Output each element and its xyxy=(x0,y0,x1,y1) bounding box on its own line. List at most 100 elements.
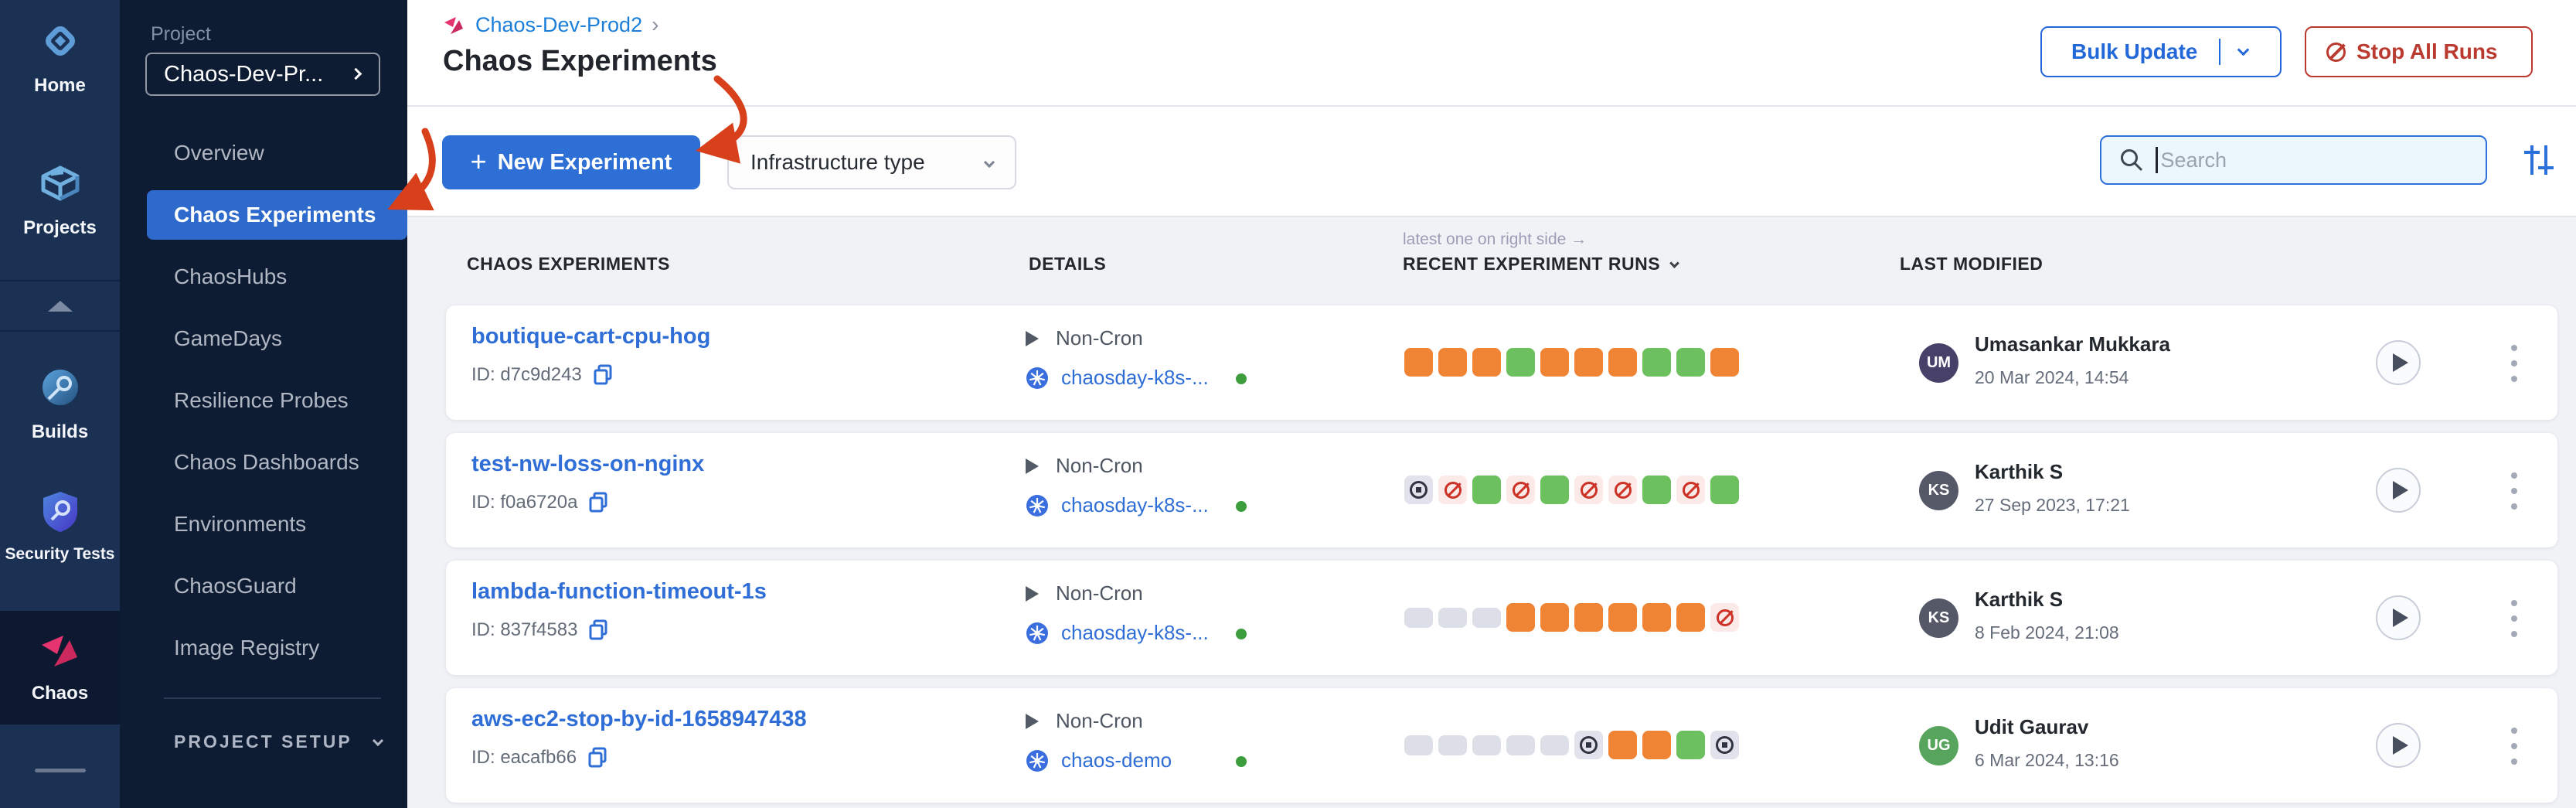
nav-item-gamedays[interactable]: GameDays xyxy=(120,314,407,363)
run-cell-failed[interactable] xyxy=(1710,348,1739,377)
sidebar-resize-handle[interactable] xyxy=(35,769,86,772)
project-selector[interactable]: Chaos-Dev-Pr... xyxy=(145,53,380,96)
breadcrumb-link[interactable]: Chaos-Dev-Prod2 xyxy=(475,13,642,37)
run-cell-passed[interactable] xyxy=(1472,476,1501,504)
run-cell-failed[interactable] xyxy=(1608,603,1637,632)
run-cell-failed[interactable] xyxy=(1608,348,1637,377)
run-cell-stopped[interactable] xyxy=(1574,731,1603,759)
security-shield-icon xyxy=(39,489,82,534)
nav-item-overview[interactable]: Overview xyxy=(120,128,407,178)
sidebar-module-chaos[interactable]: Chaos xyxy=(0,628,120,704)
sidebar-module-home[interactable]: Home xyxy=(0,19,120,97)
experiment-row: lambda-function-timeout-1sID: 837f4583No… xyxy=(446,561,2557,675)
run-experiment-button[interactable] xyxy=(2376,468,2421,513)
run-cell-failed[interactable] xyxy=(1438,348,1467,377)
run-cell-passed[interactable] xyxy=(1506,348,1535,377)
infrastructure-link[interactable]: chaos-demo xyxy=(1061,748,1172,772)
kebab-dot xyxy=(2511,345,2517,351)
row-menu-button[interactable] xyxy=(2499,600,2530,637)
run-cell-passed[interactable] xyxy=(1642,348,1671,377)
bulk-update-button[interactable]: Bulk Update xyxy=(2040,26,2282,77)
breadcrumb: Chaos-Dev-Prod2 › xyxy=(443,12,658,37)
run-cell-failed[interactable] xyxy=(1574,348,1603,377)
play-type-icon xyxy=(1026,586,1039,602)
run-cell-failed[interactable] xyxy=(1540,348,1569,377)
run-cell-aborted[interactable] xyxy=(1438,476,1467,504)
sort-chevron-icon xyxy=(1669,258,1679,268)
sidebar-module-builds[interactable]: Builds xyxy=(0,365,120,443)
infrastructure-type-select[interactable]: Infrastructure type xyxy=(727,135,1016,189)
nav-item-chaoshubs[interactable]: ChaosHubs xyxy=(120,252,407,302)
nav-item-chaosguard[interactable]: ChaosGuard xyxy=(120,561,407,611)
experiment-name-link[interactable]: boutique-cart-cpu-hog xyxy=(471,324,710,349)
sidebar-module-security-tests[interactable]: Security Tests xyxy=(0,489,120,564)
run-cell-failed[interactable] xyxy=(1404,348,1433,377)
nav-item-chaos-dashboards[interactable]: Chaos Dashboards xyxy=(120,438,407,487)
run-cell-empty xyxy=(1404,735,1433,755)
run-cell-passed[interactable] xyxy=(1540,476,1569,504)
nav-item-image-registry[interactable]: Image Registry xyxy=(120,623,407,673)
run-cell-stopped[interactable] xyxy=(1710,731,1739,759)
run-cell-failed[interactable] xyxy=(1642,603,1671,632)
filter-icon[interactable] xyxy=(2521,142,2557,178)
run-cell-passed[interactable] xyxy=(1642,476,1671,504)
kubernetes-icon xyxy=(1026,494,1049,517)
run-cell-failed[interactable] xyxy=(1472,348,1501,377)
project-setup-toggle[interactable]: PROJECT SETUP xyxy=(174,731,382,752)
nav-item-chaos-experiments[interactable]: Chaos Experiments xyxy=(147,190,407,240)
row-menu-button[interactable] xyxy=(2499,472,2530,510)
kubernetes-icon xyxy=(1026,622,1049,645)
run-cell-passed[interactable] xyxy=(1676,348,1705,377)
run-cell-failed[interactable] xyxy=(1540,603,1569,632)
copy-icon[interactable] xyxy=(588,492,608,513)
run-cell-aborted[interactable] xyxy=(1506,476,1535,504)
nav-item-environments[interactable]: Environments xyxy=(120,499,407,549)
run-cell-aborted[interactable] xyxy=(1676,476,1705,504)
row-menu-button[interactable] xyxy=(2499,345,2530,382)
sidebar-module-projects[interactable]: Projects xyxy=(0,161,120,239)
run-cell-failed[interactable] xyxy=(1676,603,1705,632)
run-cell-empty xyxy=(1438,735,1467,755)
copy-icon[interactable] xyxy=(587,747,607,769)
search-input[interactable] xyxy=(2161,148,2455,172)
nav-item-label: Environments xyxy=(174,512,306,536)
column-header-recent-runs[interactable]: RECENT EXPERIMENT RUNS xyxy=(1403,254,1678,274)
run-cell-aborted[interactable] xyxy=(1710,603,1739,632)
chevron-down-icon[interactable] xyxy=(2237,43,2250,56)
run-experiment-button[interactable] xyxy=(2376,723,2421,768)
kebab-dot xyxy=(2511,360,2517,366)
nav-item-resilience-probes[interactable]: Resilience Probes xyxy=(120,376,407,425)
avatar: KS xyxy=(1919,471,1958,510)
experiment-name-link[interactable]: lambda-function-timeout-1s xyxy=(471,579,767,605)
run-cell-failed[interactable] xyxy=(1506,603,1535,632)
infrastructure-link[interactable]: chaosday-k8s-... xyxy=(1061,621,1209,645)
run-experiment-button[interactable] xyxy=(2376,340,2421,385)
run-cell-passed[interactable] xyxy=(1710,476,1739,504)
copy-icon[interactable] xyxy=(588,619,608,641)
run-cell-failed[interactable] xyxy=(1642,731,1671,759)
experiment-name-link[interactable]: test-nw-loss-on-nginx xyxy=(471,452,704,477)
kebab-dot xyxy=(2511,615,2517,622)
run-experiment-button[interactable] xyxy=(2376,595,2421,640)
run-cell-aborted[interactable] xyxy=(1574,476,1603,504)
aborted-icon xyxy=(1581,482,1598,499)
module-label: Security Tests xyxy=(0,545,120,564)
play-icon xyxy=(2393,609,2408,627)
experiment-name-link[interactable]: aws-ec2-stop-by-id-1658947438 xyxy=(471,707,807,732)
stop-all-runs-button[interactable]: Stop All Runs xyxy=(2305,26,2533,77)
run-cell-stopped[interactable] xyxy=(1404,476,1433,504)
run-cell-failed[interactable] xyxy=(1574,603,1603,632)
run-cell-failed[interactable] xyxy=(1608,731,1637,759)
copy-icon[interactable] xyxy=(593,364,613,386)
infrastructure-link[interactable]: chaosday-k8s-... xyxy=(1061,493,1209,517)
new-experiment-button[interactable]: + New Experiment xyxy=(442,135,700,189)
infrastructure-link[interactable]: chaosday-k8s-... xyxy=(1061,366,1209,390)
run-cell-aborted[interactable] xyxy=(1608,476,1637,504)
row-menu-button[interactable] xyxy=(2499,728,2530,765)
run-cell-empty xyxy=(1472,608,1501,628)
infrastructure: chaos-demo xyxy=(1026,748,1172,772)
sidebar-collapse-band[interactable] xyxy=(0,281,120,330)
run-cell-passed[interactable] xyxy=(1676,731,1705,759)
infrastructure-status-dot xyxy=(1236,756,1247,767)
play-type-icon xyxy=(1026,714,1039,729)
